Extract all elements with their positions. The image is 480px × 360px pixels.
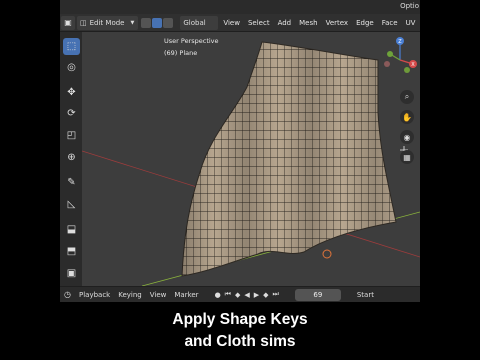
jump-end-icon[interactable]: ⏭ — [271, 290, 281, 299]
timeline-header: ◷ Playback Keying View Marker ● ⏮ ◆ ◀ ▶ … — [60, 286, 420, 302]
grid-view-icon: ▦ — [403, 152, 411, 162]
move-icon: ✥ — [67, 87, 76, 98]
view-menu[interactable]: View — [146, 291, 171, 299]
camera-button[interactable]: ◉ — [400, 130, 414, 144]
viewport-scene — [82, 41, 420, 286]
annotate-tool[interactable]: ✎ — [63, 174, 80, 191]
measure-tool[interactable]: ◺ — [63, 196, 80, 213]
axis-gizmo[interactable]: Z X — [380, 34, 420, 78]
inset-icon: ▣ — [66, 268, 77, 279]
svg-text:X: X — [411, 62, 415, 68]
play-icon[interactable]: ▶ — [252, 291, 261, 299]
menu-face[interactable]: Face — [378, 19, 402, 27]
edit-mode-icon: ◫ — [80, 18, 87, 27]
menu-add[interactable]: Add — [274, 19, 296, 27]
menu-edge[interactable]: Edge — [352, 19, 378, 27]
workspace-strip: Optio — [60, 0, 420, 14]
caption-line-2: and Cloth sims — [184, 333, 296, 350]
clock-icon[interactable]: ◷ — [60, 290, 75, 299]
jump-start-icon[interactable]: ⏮ — [223, 290, 233, 299]
select-mode-group — [139, 16, 176, 30]
cube-icon: ▣ — [64, 18, 72, 27]
mode-label: Edit Mode — [89, 18, 125, 27]
current-frame-field[interactable]: 69 — [294, 288, 341, 301]
add-cube-icon: ⬓ — [66, 224, 77, 235]
marker-menu[interactable]: Marker — [170, 291, 202, 299]
video-caption: Apply Shape Keys and Cloth sims — [60, 303, 420, 360]
menu-view[interactable]: View — [219, 19, 244, 27]
menu-uv[interactable]: UV — [402, 19, 420, 27]
tool-shelf: ⬚ ◎ ✥ ⟳ ◰ ⊕ ✎ ◺ ⬓ ⬒ ▣ — [60, 32, 82, 286]
caption-line-1: Apply Shape Keys — [172, 311, 308, 328]
inset-tool[interactable]: ▣ — [63, 265, 80, 282]
menu-vertex[interactable]: Vertex — [322, 19, 353, 27]
move-tool[interactable]: ✥ — [63, 84, 80, 101]
select-box-icon: ⬚ — [66, 41, 77, 52]
zoom-icon: ⌕ — [404, 92, 410, 101]
transform-icon: ⊕ — [67, 152, 76, 163]
rotate-tool[interactable]: ⟳ — [63, 105, 80, 122]
grid-view-button[interactable]: ▦ — [400, 150, 414, 164]
record-icon[interactable]: ● — [213, 291, 223, 299]
pan-button[interactable]: ✋ — [400, 110, 414, 124]
playback-menu[interactable]: Playback — [75, 291, 114, 299]
svg-text:Z: Z — [398, 39, 402, 45]
cursor-tool[interactable]: ◎ — [63, 59, 80, 76]
mode-dropdown[interactable]: ◫ Edit Mode ▼ — [77, 15, 139, 30]
menu-mesh[interactable]: Mesh — [295, 19, 321, 27]
current-frame-value: 69 — [313, 290, 323, 299]
perspective-label: User Perspective — [164, 37, 219, 45]
camera-icon: ◉ — [403, 132, 411, 142]
keying-menu[interactable]: Keying — [114, 291, 146, 299]
prev-key-icon[interactable]: ◆ — [233, 291, 242, 299]
viewport-header: ▣ ◫ Edit Mode ▼ Global View Select Add M… — [60, 14, 420, 32]
blender-window: Optio ▣ ◫ Edit Mode ▼ Global View Select… — [60, 0, 420, 360]
scale-tool[interactable]: ◰ — [63, 127, 80, 144]
editor-type-button[interactable]: ▣ — [61, 15, 75, 30]
pan-hand-icon: ✋ — [402, 112, 412, 122]
annotate-icon: ✎ — [67, 177, 76, 188]
chevron-down-icon: ▼ — [130, 19, 135, 26]
object-label: (69) Plane — [164, 49, 198, 57]
vertex-select-icon[interactable] — [141, 17, 152, 28]
extrude-tool[interactable]: ⬒ — [63, 243, 80, 260]
transform-tool[interactable]: ⊕ — [63, 149, 80, 166]
edge-select-icon[interactable] — [152, 17, 163, 28]
next-key-icon[interactable]: ◆ — [261, 291, 270, 299]
cursor-icon: ◎ — [67, 62, 76, 73]
orientation-dropdown[interactable]: Global — [180, 15, 219, 30]
rotate-icon: ⟳ — [67, 108, 76, 119]
3d-viewport[interactable]: User Perspective (69) Plane Z X ⌕ ✋ ◉ ▦ — [82, 32, 420, 286]
start-label[interactable]: Start — [357, 291, 374, 299]
add-cube-tool[interactable]: ⬓ — [63, 221, 80, 238]
options-label[interactable]: Optio — [400, 2, 419, 10]
scale-icon: ◰ — [66, 130, 77, 141]
zoom-button[interactable]: ⌕ — [400, 90, 414, 104]
select-box-tool[interactable]: ⬚ — [63, 38, 80, 55]
extrude-icon: ⬒ — [66, 246, 77, 257]
orientation-label: Global — [183, 18, 206, 27]
face-select-icon[interactable] — [163, 17, 174, 28]
play-reverse-icon[interactable]: ◀ — [242, 291, 251, 299]
origin-point — [322, 249, 332, 259]
measure-icon: ◺ — [67, 199, 76, 210]
menu-select[interactable]: Select — [244, 19, 274, 27]
